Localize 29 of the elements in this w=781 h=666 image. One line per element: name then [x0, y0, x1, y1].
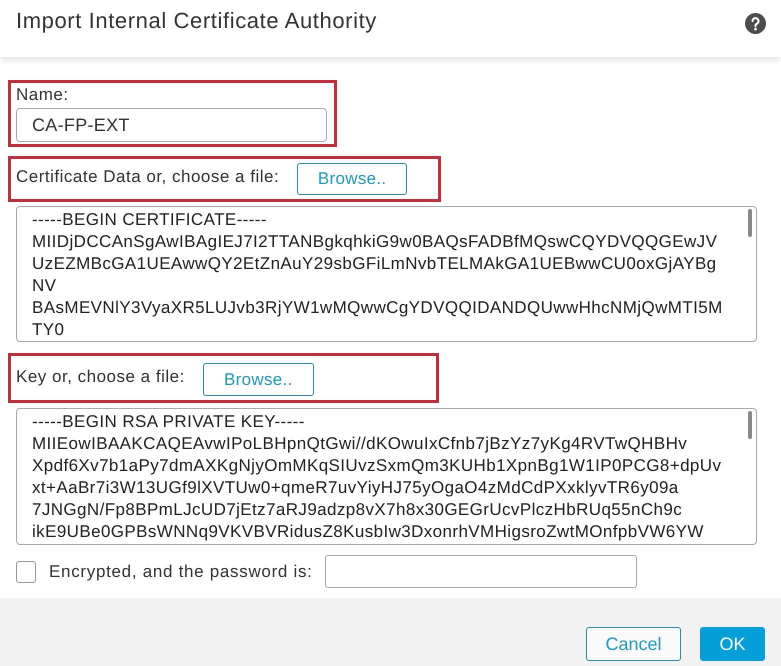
certificate-text-line: BAsMEVNlY3VyaXR5LUJvb3RjYW1wMQwwCgYDVQQIDANDQUwwHhcNMjQwMTI5M — [32, 297, 723, 319]
key-text-line: ikE9UBe0GPBsWNNq9VKVBVRidusZ8KusbIw3DxonrhVMHigsroZwtMOnfpbVW6YW — [32, 521, 704, 543]
name-label: Name: — [16, 85, 70, 105]
encrypted-label: Encrypted, and the password is: — [49, 562, 313, 582]
key-data-field[interactable] — [16, 408, 757, 545]
cancel-button[interactable]: Cancel — [586, 627, 681, 661]
ok-button[interactable]: OK — [700, 627, 765, 661]
key-label: Key or, choose a file: — [16, 367, 185, 387]
scrollbar-thumb[interactable] — [748, 411, 752, 439]
certificate-data-field[interactable] — [16, 206, 757, 342]
key-text-line: xt+AaBr7i3W13UGf9lXVTUw0+qmeR7uvYiyHJ75yOgaO4zMdCdPXxklyvTR6y09a — [32, 477, 679, 499]
scrollbar-thumb[interactable] — [748, 209, 752, 237]
certificate-text-line: NV — [32, 275, 56, 297]
certificate-text-line: TY0 — [32, 319, 64, 341]
encrypted-checkbox[interactable] — [16, 560, 36, 582]
certificate-text-line: MIIDjDCCAnSgAwIBAgIEJ7I2TTANBgkqhkiG9w0BAQsFADBfMQswCQYDVQQGEwJV — [32, 231, 718, 253]
key-text-line: MIIEowIBAAKCAQEAvwIPoLBHpnQtGwi//dKOwuIxCfnb7jBzYz7yKg4RVTwQHBHv — [32, 433, 688, 455]
browse-button[interactable]: Browse.. — [297, 163, 408, 195]
name-input[interactable]: CA-FP-EXT — [16, 108, 327, 142]
help-icon[interactable] — [745, 13, 766, 34]
key-text-line: Xpdf6Xv7b1aPy7dmAXKgNjyOmMKqSIUvzSxmQm3KUHb1XpnBg1W1IP0PCG8+dpUv — [32, 455, 722, 477]
certificate-text-line: UzEZMBcGA1UEAwwQY2EtZnAuY29sbGFiLmNvbTELMAkGA1UEBwwCU0oxGjAYBg — [32, 253, 717, 275]
key-text-line: -----BEGIN RSA PRIVATE KEY----- — [32, 411, 305, 433]
key-text-line: 7JNGgN/Fp8BPmLJcUD7jEtz7aRJ9adzp8vX7h8x30GEGrUcvPlczHbRUq55nCh9c — [32, 499, 682, 521]
certificate-data-label: Certificate Data or, choose a file: — [16, 167, 280, 187]
certificate-text-line: -----BEGIN CERTIFICATE----- — [32, 209, 267, 231]
password-input[interactable] — [324, 555, 637, 588]
dialog-title: Import Internal Certificate Authority — [16, 8, 377, 34]
browse-button[interactable]: Browse.. — [202, 363, 314, 396]
